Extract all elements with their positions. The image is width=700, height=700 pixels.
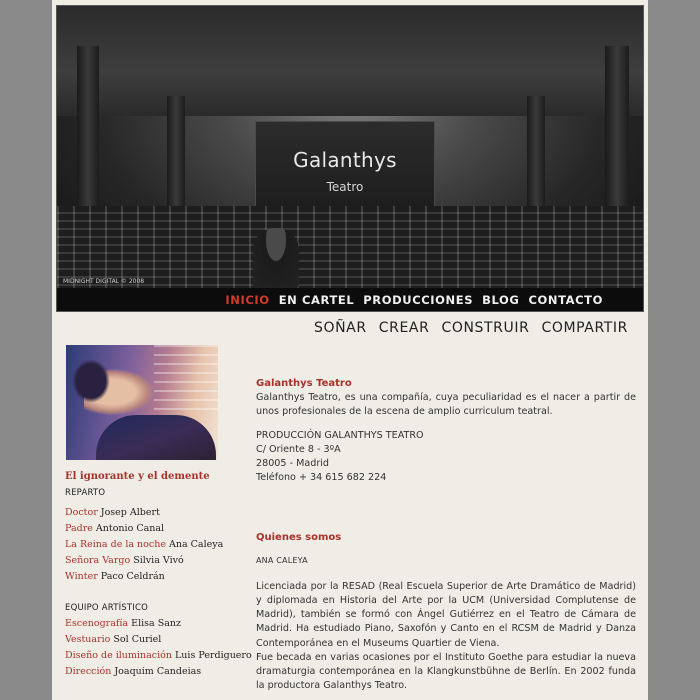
team-row: Dirección Joaquim Candeias [65,664,255,680]
team-role: Dirección [65,666,112,677]
actor-photo[interactable] [66,345,218,460]
team-role: Diseño de iluminación [65,650,172,661]
nav-item-inicio[interactable]: INICIO [225,293,269,307]
nav-item-producciones[interactable]: PRODUCCIONES [363,293,473,307]
contact-line: PRODUCCIÓN GALANTHYS TEATRO [256,429,424,441]
nav-item-blog[interactable]: BLOG [482,293,519,307]
show-sidebar: El ignorante y el demente REPARTO Doctor… [65,469,255,680]
main-nav: INICIO EN CARTEL PRODUCCIONES BLOG CONTA… [57,288,643,311]
team-role: Escenografía [65,618,129,629]
page-container: Galanthys Teatro MIDNIGHT DIGITAL © 2008… [52,0,648,700]
team-name: Sol Curiel [113,634,162,645]
show-title[interactable]: El ignorante y el demente [65,469,255,485]
nav-item-en-cartel[interactable]: EN CARTEL [279,293,355,307]
about-name: ANA CALEYA [256,555,308,565]
about-paragraph-2: Fue becada en varias ocasiones por el In… [256,651,636,692]
cast-row: Doctor Josep Albert [65,505,255,521]
tagline-word: CONSTRUIR [441,320,530,336]
nav-item-contacto[interactable]: CONTACTO [528,293,603,307]
cast-row: La Reina de la noche Ana Caleya [65,537,255,553]
contact-line: 28005 - Madrid [256,458,330,470]
team-row: Vestuario Sol Curiel [65,632,255,648]
cast-role: La Reina de la noche [65,539,166,550]
cast-role: Winter [65,571,98,582]
header-banner: Galanthys Teatro MIDNIGHT DIGITAL © 2008… [56,5,644,312]
cast-row: Señora Vargo Silvia Vivó [65,553,255,569]
brick-wall [154,345,218,415]
tagline-word: COMPARTIR [541,320,628,336]
cast-name: Paco Celdrán [100,571,165,582]
shoulder [96,415,216,460]
cast-row: Padre Antonio Canal [65,521,255,537]
team-row: Diseño de iluminación Luis Perdiguero [65,648,255,664]
site-logo-title[interactable]: Galanthys [255,148,435,172]
team-heading: EQUIPO ARTÍSTICO [65,603,149,613]
tagline: SOÑAR CREAR CONSTRUIR COMPARTIR [314,320,634,336]
cast-name: Ana Caleya [168,539,224,550]
team-role: Vestuario [65,634,111,645]
intro-heading: Galanthys Teatro [256,378,352,389]
site-logo-subtitle: Teatro [326,180,364,194]
intro-text: Galanthys Teatro, es una compañía, cuya … [256,392,636,418]
seat-rows [57,206,643,288]
cast-row: Winter Paco Celdrán [65,569,255,585]
hair [72,359,110,403]
team-name: Joaquim Candeias [114,666,202,677]
cast-heading: REPARTO [65,488,106,498]
tagline-word: SOÑAR [314,320,367,336]
team-name: Luis Perdiguero [175,650,252,661]
seated-person [253,228,299,288]
about-paragraph-1: Licenciada por la RESAD (Real Escuela Su… [256,580,636,649]
theater-photo: Galanthys Teatro MIDNIGHT DIGITAL © 2008 [57,6,643,288]
tagline-word: CREAR [378,320,430,336]
cast-name: Antonio Canal [95,523,165,534]
cast-role: Doctor [65,507,98,518]
cast-name: Silvia Vivó [133,555,184,566]
cast-role: Señora Vargo [65,555,131,566]
team-row: Escenografía Elisa Sanz [65,616,255,632]
contact-phone: Teléfono + 34 615 682 224 [256,472,387,484]
about-heading: Quienes somos [256,532,342,544]
cast-role: Padre [65,523,93,534]
ceiling [57,6,643,116]
main-content: Galanthys Teatro Galanthys Teatro, es un… [256,377,636,693]
team-name: Elisa Sanz [131,618,182,629]
cast-name: Josep Albert [100,507,160,518]
photo-credit: MIDNIGHT DIGITAL © 2008 [63,278,145,285]
contact-line: C/ Oriente 8 - 3ºA [256,443,341,455]
